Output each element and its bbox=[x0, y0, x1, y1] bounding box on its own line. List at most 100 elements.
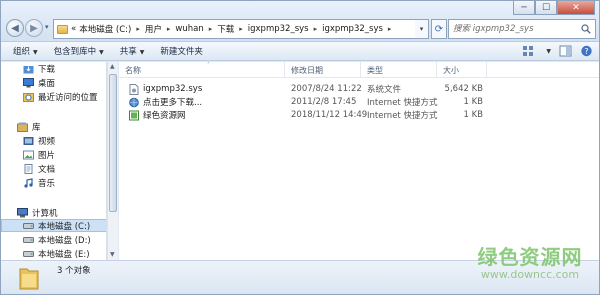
file-name-cell: 绿色资源网 bbox=[129, 108, 285, 122]
back-button[interactable]: ◀ bbox=[6, 19, 24, 37]
file-type: Internet 快捷方式 bbox=[367, 98, 438, 108]
column-header-modified[interactable]: 修改日期 bbox=[285, 62, 361, 78]
file-name: 点击更多下载... bbox=[143, 98, 203, 108]
window-controls: ─ ☐ ✕ bbox=[513, 1, 595, 15]
share-menu[interactable]: 共享 ▼ bbox=[120, 45, 145, 57]
nav-item-computer[interactable]: 计算机 bbox=[1, 206, 106, 219]
scrollbar-thumb[interactable] bbox=[109, 74, 117, 212]
nav-item-downloads[interactable]: 下载 bbox=[1, 62, 106, 75]
file-row[interactable]: 点击更多下载... 2011/2/8 17:45 Internet 快捷方式 1… bbox=[119, 95, 499, 109]
file-type: 系统文件 bbox=[367, 85, 402, 95]
nav-item-libraries[interactable]: 库 bbox=[1, 120, 106, 133]
file-modified: 2018/11/12 14:49 bbox=[291, 110, 368, 120]
nav-item-label: 最近访问的位置 bbox=[38, 92, 98, 103]
breadcrumb-downloads[interactable]: 下载 bbox=[217, 23, 234, 35]
breadcrumb-users[interactable]: 用户 bbox=[145, 23, 162, 35]
nav-item-pictures[interactable]: 图片 bbox=[1, 148, 106, 161]
nav-item-drive-d[interactable]: 本地磁盘 (D:) bbox=[1, 233, 106, 246]
desktop-icon bbox=[23, 77, 34, 87]
picture-library-icon bbox=[23, 150, 34, 159]
nav-item-documents[interactable]: 文档 bbox=[1, 162, 106, 175]
recent-pages-dropdown[interactable]: ▾ bbox=[45, 23, 49, 31]
nav-item-label: 计算机 bbox=[32, 208, 58, 219]
green-site-shortcut-icon bbox=[129, 110, 139, 120]
view-dropdown-icon[interactable]: ▼ bbox=[546, 48, 551, 55]
chevron-down-icon: ▼ bbox=[99, 49, 104, 56]
nav-item-music[interactable]: 音乐 bbox=[1, 176, 106, 189]
preview-pane-icon[interactable] bbox=[559, 45, 572, 57]
file-list: 名称 ˄ 修改日期 类型 大小 igxpmp32.sys 2007/8/24 1… bbox=[119, 62, 599, 260]
breadcrumb-separator[interactable]: ▸ bbox=[237, 25, 245, 33]
minimize-button[interactable]: ─ bbox=[513, 1, 535, 15]
hard-drive-icon bbox=[23, 222, 34, 229]
navigation-pane: 下载 桌面 最近访问的位置 库 视频 图片 文档 音乐 计算机 本地磁盘 (C:… bbox=[1, 62, 107, 260]
forward-button[interactable]: ▶ bbox=[25, 19, 43, 37]
watermark-title: 绿色资源网 bbox=[477, 245, 583, 269]
scroll-up-icon[interactable]: ▲ bbox=[110, 63, 115, 70]
file-size: 5,642 KB bbox=[444, 84, 483, 94]
computer-icon bbox=[17, 207, 28, 217]
file-name: 绿色资源网 bbox=[143, 111, 186, 121]
maximize-button[interactable]: ☐ bbox=[535, 1, 557, 15]
include-in-library-label: 包含到库中 bbox=[53, 47, 97, 57]
folder-icon bbox=[19, 268, 39, 290]
share-label: 共享 bbox=[119, 47, 137, 57]
column-header-name[interactable]: 名称 bbox=[119, 62, 285, 78]
internet-shortcut-icon bbox=[129, 97, 139, 107]
scroll-down-icon[interactable]: ▼ bbox=[110, 251, 115, 258]
watermark: 绿色资源网 www.downcc.com bbox=[461, 241, 599, 281]
close-button[interactable]: ✕ bbox=[557, 1, 595, 15]
file-row[interactable]: 绿色资源网 2018/11/12 14:49 Internet 快捷方式 1 K… bbox=[119, 108, 499, 122]
breadcrumb-drive-c[interactable]: 本地磁盘 (C:) bbox=[79, 23, 131, 35]
address-bar[interactable]: « 本地磁盘 (C:) ▸ 用户 ▸ wuhan ▸ 下载 ▸ igxpmp32… bbox=[53, 19, 429, 39]
nav-item-label: 图片 bbox=[38, 150, 56, 161]
navigation-scrollbar[interactable]: ▲ ▼ bbox=[107, 62, 118, 260]
breadcrumb-separator[interactable]: ▸ bbox=[207, 25, 215, 33]
search-icon[interactable] bbox=[581, 24, 591, 34]
nav-item-desktop[interactable]: 桌面 bbox=[1, 76, 106, 89]
help-icon[interactable]: ? bbox=[580, 45, 593, 57]
file-row[interactable]: igxpmp32.sys 2007/8/24 11:22 系统文件 5,642 … bbox=[119, 82, 499, 96]
nav-item-drive-e[interactable]: 本地磁盘 (E:) bbox=[1, 247, 106, 260]
chevron-down-icon: ▼ bbox=[139, 49, 145, 56]
view-options-icon[interactable] bbox=[522, 45, 535, 57]
hard-drive-icon bbox=[23, 250, 34, 257]
refresh-icon[interactable]: ⟳ bbox=[431, 19, 447, 39]
nav-item-recent-places[interactable]: 最近访问的位置 bbox=[1, 90, 106, 103]
address-history-dropdown[interactable]: ▾ bbox=[415, 19, 429, 39]
include-in-library-menu[interactable]: 包含到库中 ▼ bbox=[54, 45, 104, 57]
system-file-icon bbox=[129, 83, 139, 95]
video-library-icon bbox=[23, 136, 34, 145]
file-type: Internet 快捷方式 bbox=[367, 111, 438, 121]
nav-item-label: 音乐 bbox=[38, 178, 56, 189]
nav-item-drive-c[interactable]: 本地磁盘 (C:) bbox=[1, 219, 106, 232]
download-folder-icon bbox=[23, 65, 34, 73]
search-box[interactable] bbox=[448, 19, 596, 39]
view-controls: ▼ ? bbox=[522, 45, 593, 57]
breadcrumb-igxpmp32-sys-current[interactable]: igxpmp32_sys bbox=[322, 24, 383, 34]
nav-item-label: 视频 bbox=[38, 136, 56, 147]
folder-icon bbox=[57, 24, 68, 34]
column-header-type[interactable]: 类型 bbox=[361, 62, 437, 78]
breadcrumb-overflow[interactable]: « bbox=[71, 24, 76, 34]
nav-item-label: 本地磁盘 (D:) bbox=[38, 235, 91, 246]
column-header-size[interactable]: 大小 bbox=[437, 62, 487, 78]
nav-item-label: 下载 bbox=[38, 64, 56, 75]
organize-menu[interactable]: 组织 ▼ bbox=[13, 45, 38, 57]
file-size: 1 KB bbox=[463, 97, 483, 107]
search-input[interactable] bbox=[453, 24, 579, 34]
document-library-icon bbox=[24, 163, 33, 174]
file-name-cell: 点击更多下载... bbox=[129, 95, 285, 109]
breadcrumb-separator[interactable]: ▸ bbox=[165, 25, 173, 33]
breadcrumb-wuhan[interactable]: wuhan bbox=[175, 24, 203, 34]
breadcrumb-separator[interactable]: ▸ bbox=[134, 25, 142, 33]
breadcrumb-separator[interactable]: ▸ bbox=[312, 25, 320, 33]
nav-item-videos[interactable]: 视频 bbox=[1, 134, 106, 147]
chevron-down-icon: ▼ bbox=[33, 49, 38, 56]
column-header-row: 名称 ˄ 修改日期 类型 大小 bbox=[119, 62, 599, 78]
breadcrumb-igxpmp32-sys[interactable]: igxpmp32_sys bbox=[248, 24, 309, 34]
organize-label: 组织 bbox=[13, 47, 31, 57]
new-folder-button[interactable]: 新建文件夹 bbox=[160, 45, 203, 57]
breadcrumb-separator[interactable]: ▸ bbox=[386, 25, 394, 33]
file-size: 1 KB bbox=[463, 110, 483, 120]
